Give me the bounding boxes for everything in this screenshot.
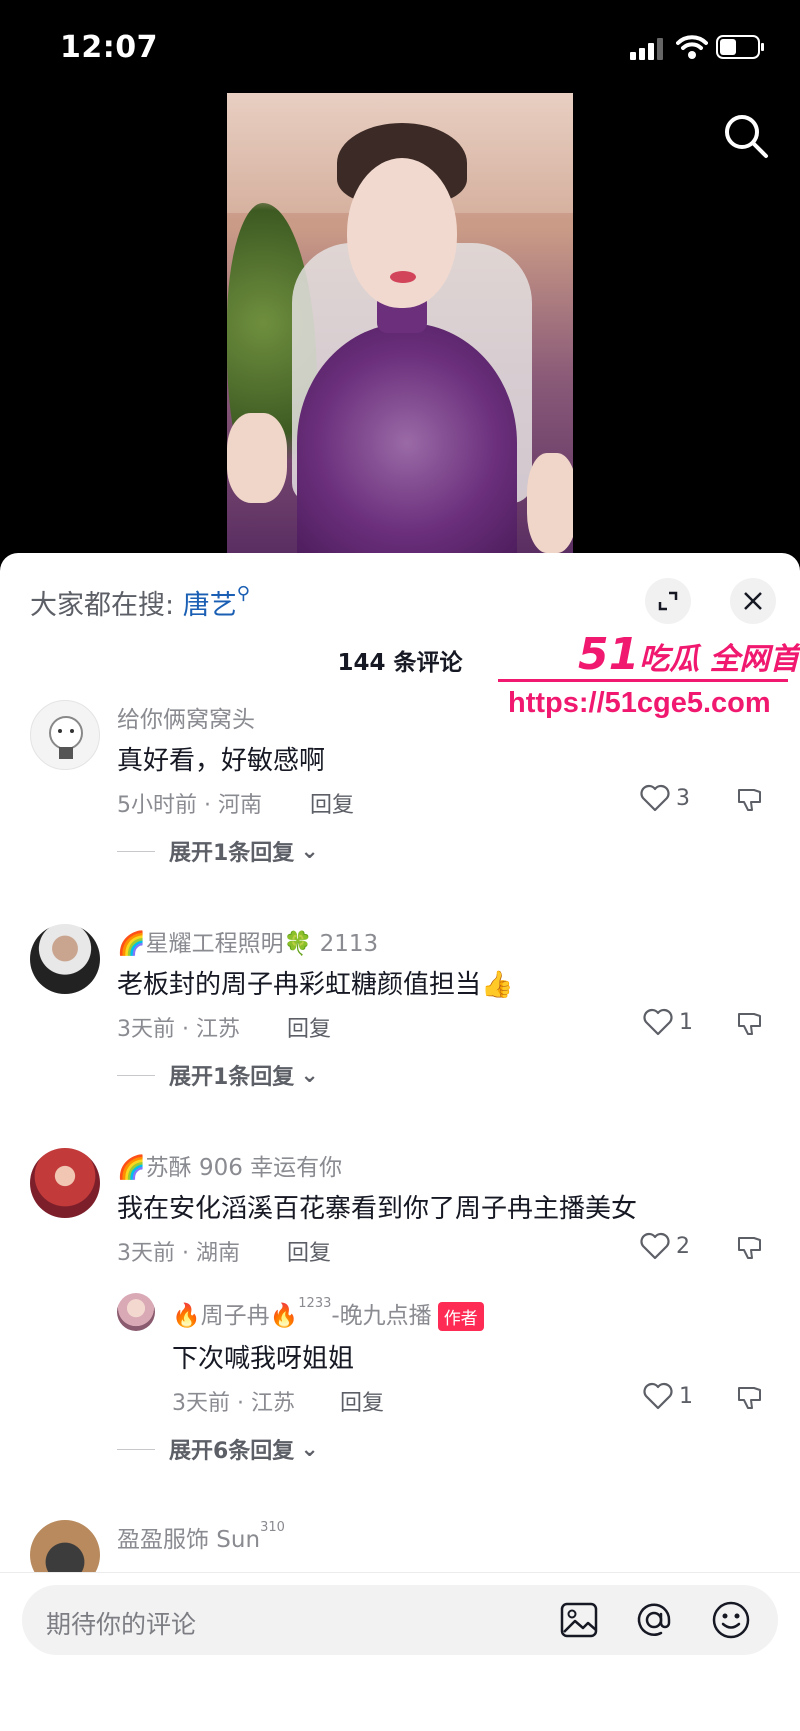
expand-replies[interactable]: 展开1条回复 ⌄ — [117, 1059, 319, 1091]
comment-input-bar: 期待你的评论 — [0, 1572, 800, 1731]
watermark-brand: 51吃瓜 全网首发 — [578, 629, 800, 680]
lips-image — [390, 271, 416, 283]
avatar[interactable] — [30, 1148, 100, 1218]
heart-icon — [643, 1382, 673, 1410]
reply-button[interactable]: 回复 — [340, 1385, 384, 1417]
hot-search-label: 大家都在搜: — [30, 590, 175, 621]
signal-icon — [630, 38, 663, 60]
expand-icon — [658, 591, 678, 611]
expand-replies[interactable]: 展开6条回复 ⌄ — [117, 1433, 319, 1465]
image-icon[interactable] — [558, 1599, 600, 1641]
reply-text: 下次喊我呀姐姐 — [172, 1344, 355, 1374]
watermark: 51吃瓜 全网首发 https://51cge5.com — [498, 629, 800, 729]
comment-text: 我在安化滔溪百花寨看到你了周子冉主播美女 — [117, 1194, 638, 1224]
reply-button[interactable]: 回复 — [287, 1235, 331, 1267]
like-button[interactable]: 2 — [640, 1232, 690, 1260]
like-button[interactable]: 1 — [643, 1382, 693, 1410]
reply-time-location: 3天前 · 江苏 — [172, 1391, 295, 1416]
like-count: 1 — [679, 1009, 693, 1035]
reply-button[interactable]: 回复 — [287, 1011, 331, 1043]
chevron-down-icon: ⌄ — [300, 1436, 319, 1462]
emoji-icon[interactable] — [710, 1599, 752, 1641]
comment-text: 真好看，好敏感啊 — [117, 746, 326, 776]
comment-time-location: 3天前 · 江苏 — [117, 1017, 240, 1042]
video-player[interactable] — [227, 93, 573, 553]
author-badge: 作者 — [437, 1302, 484, 1331]
like-button[interactable]: 3 — [640, 784, 690, 812]
expand-button[interactable] — [645, 578, 691, 624]
heart-icon — [640, 784, 670, 812]
like-count: 1 — [679, 1383, 693, 1409]
hot-search[interactable]: 大家都在搜: 唐艺⚲ — [30, 583, 250, 622]
at-icon[interactable] — [633, 1599, 675, 1641]
reply-button[interactable]: 回复 — [310, 787, 354, 819]
comment-time-location: 5小时前 · 河南 — [117, 793, 262, 818]
close-icon — [744, 592, 762, 610]
status-time: 12:07 — [60, 30, 158, 65]
watermark-line — [498, 679, 788, 682]
avatar[interactable] — [30, 700, 100, 770]
comment-time-location: 3天前 · 湖南 — [117, 1241, 240, 1266]
reply-avatar[interactable] — [117, 1293, 155, 1331]
comment-username[interactable]: 🌈苏酥 906 幸运有你 — [117, 1148, 342, 1182]
search-icon[interactable] — [718, 108, 774, 164]
dislike-icon[interactable] — [736, 786, 764, 814]
heart-icon — [643, 1008, 673, 1036]
like-count: 3 — [676, 785, 690, 811]
like-button[interactable]: 1 — [643, 1008, 693, 1036]
wifi-icon — [676, 35, 708, 59]
comment-input-placeholder: 期待你的评论 — [46, 1610, 197, 1639]
dislike-icon[interactable] — [736, 1384, 764, 1412]
dress-image — [297, 323, 517, 553]
hand-image-right — [527, 453, 573, 553]
heart-icon — [640, 1232, 670, 1260]
chevron-down-icon: ⌄ — [300, 1062, 319, 1088]
close-button[interactable] — [730, 578, 776, 624]
comment-username[interactable]: 盈盈服饰 Sun310 — [117, 1520, 285, 1554]
comment-username[interactable]: 🌈星耀工程照明🍀 2113 — [117, 924, 378, 958]
like-count: 2 — [676, 1233, 690, 1259]
chevron-down-icon: ⌄ — [300, 838, 319, 864]
dislike-icon[interactable] — [736, 1234, 764, 1262]
watermark-url: https://51cge5.com — [508, 687, 771, 719]
expand-replies[interactable]: 展开1条回复 ⌄ — [117, 835, 319, 867]
reply-username[interactable]: 🔥周子冉🔥1233-晚九点播 作者 — [172, 1296, 484, 1331]
search-small-icon: ⚲ — [236, 583, 250, 604]
avatar[interactable] — [30, 924, 100, 994]
battery-icon — [716, 35, 764, 59]
hand-image — [227, 413, 287, 503]
dislike-icon[interactable] — [736, 1010, 764, 1038]
status-bar: 12:07 — [0, 0, 800, 95]
comment-text: 老板封的周子冉彩虹糖颜值担当👍 — [117, 970, 514, 1000]
comment-input[interactable]: 期待你的评论 — [22, 1585, 778, 1655]
comment-sheet: 大家都在搜: 唐艺⚲ 144 条评论 51吃瓜 全网首发 https://51c… — [0, 553, 800, 1731]
comment-username[interactable]: 给你俩窝窝头 — [117, 700, 255, 734]
hot-search-keyword[interactable]: 唐艺 — [183, 590, 237, 621]
face-image — [347, 158, 457, 308]
